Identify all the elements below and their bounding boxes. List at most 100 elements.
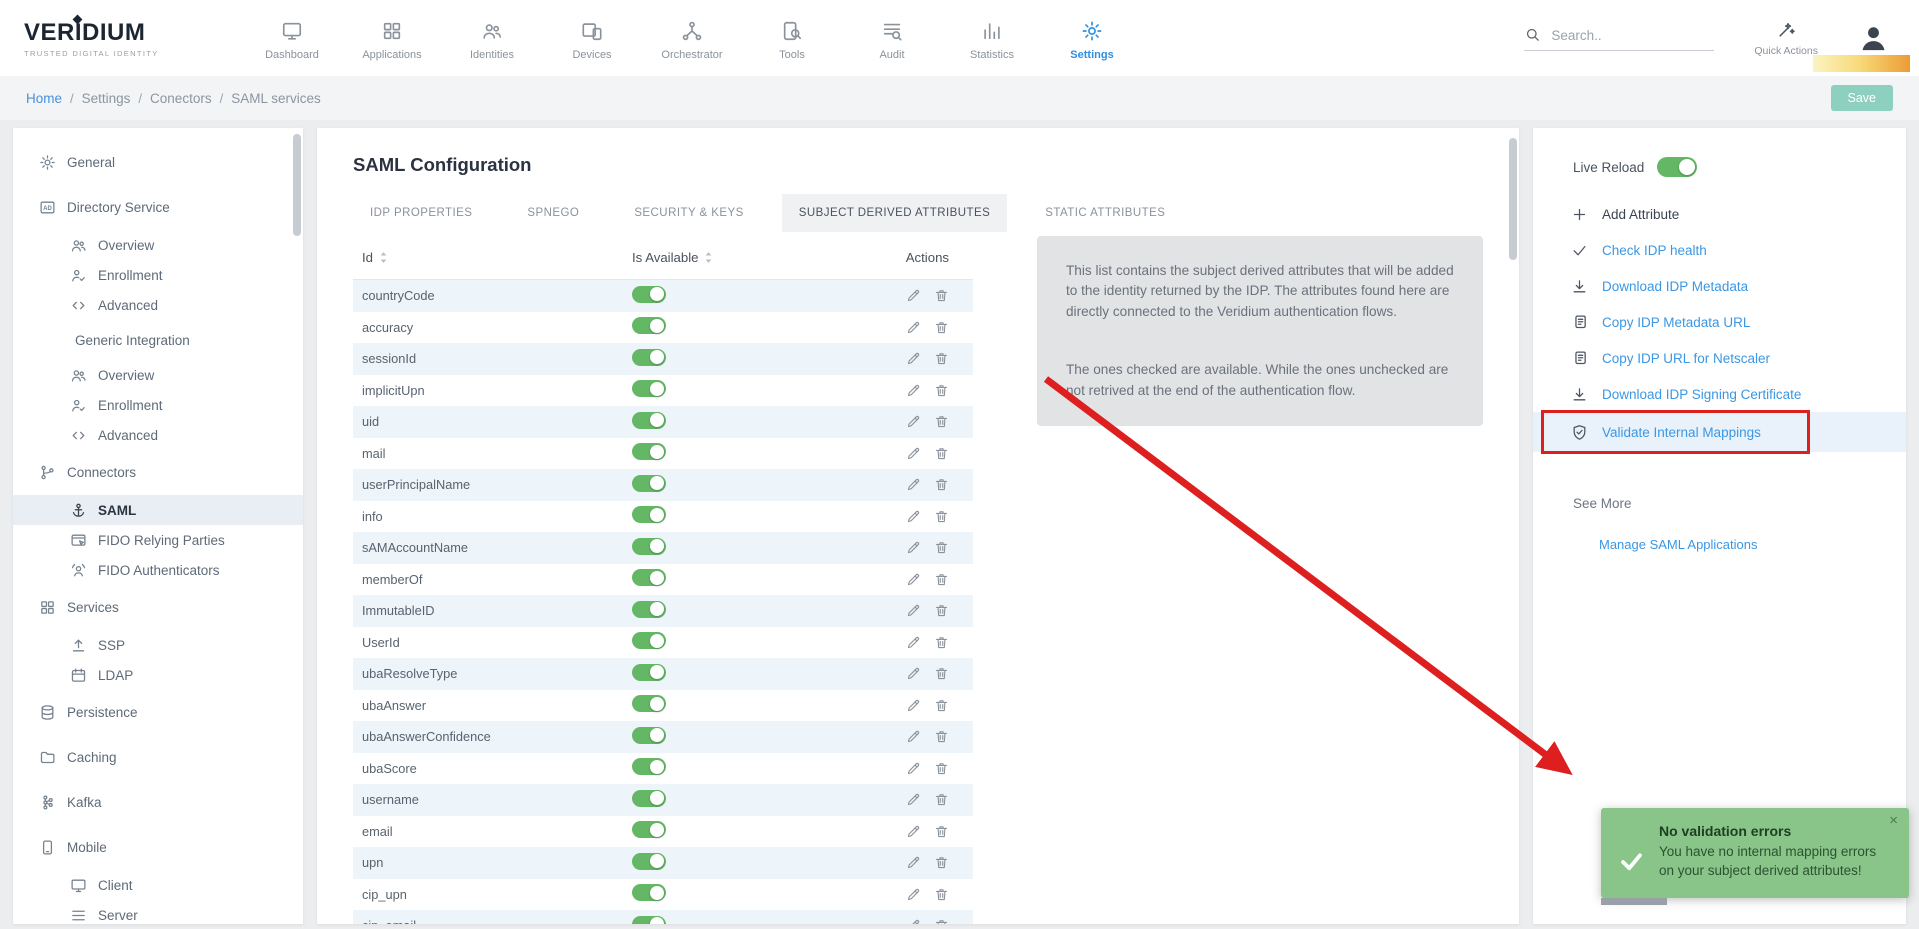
is-available-toggle[interactable] (632, 538, 666, 555)
edit-icon[interactable] (906, 666, 921, 681)
sidebar-item-overview[interactable]: Overview (13, 360, 303, 390)
is-available-toggle[interactable] (632, 884, 666, 901)
edit-icon[interactable] (906, 572, 921, 587)
is-available-toggle[interactable] (632, 475, 666, 492)
trash-icon[interactable] (934, 855, 949, 870)
is-available-toggle[interactable] (632, 695, 666, 712)
edit-icon[interactable] (906, 446, 921, 461)
trash-icon[interactable] (934, 509, 949, 524)
action-download-idp-signing-certificate[interactable]: Download IDP Signing Certificate (1533, 376, 1906, 412)
live-reload-toggle[interactable] (1657, 157, 1697, 177)
action-copy-idp-url-for-netscaler[interactable]: Copy IDP URL for Netscaler (1533, 340, 1906, 376)
edit-icon[interactable] (906, 918, 921, 924)
sidebar-item-ldap[interactable]: LDAP (13, 660, 303, 690)
trash-icon[interactable] (934, 477, 949, 492)
trash-icon[interactable] (934, 540, 949, 555)
edit-icon[interactable] (906, 792, 921, 807)
trash-icon[interactable] (934, 824, 949, 839)
action-add-attribute[interactable]: Add Attribute (1533, 196, 1906, 232)
nav-item-dashboard[interactable]: Dashboard (242, 16, 342, 61)
sidebar-item-connectors[interactable]: Connectors (13, 450, 303, 495)
sidebar-item-caching[interactable]: Caching (13, 735, 303, 780)
sidebar-item-advanced[interactable]: Advanced (13, 420, 303, 450)
is-available-toggle[interactable] (632, 601, 666, 618)
is-available-toggle[interactable] (632, 821, 666, 838)
trash-icon[interactable] (934, 729, 949, 744)
breadcrumb-item-conectors[interactable]: Conectors (150, 91, 212, 106)
sidebar-item-advanced[interactable]: Advanced (13, 290, 303, 320)
edit-icon[interactable] (906, 414, 921, 429)
edit-icon[interactable] (906, 603, 921, 618)
trash-icon[interactable] (934, 288, 949, 303)
sidebar-item-general[interactable]: General (13, 140, 303, 185)
sidebar-item-saml[interactable]: SAML (13, 495, 303, 525)
sidebar-item-fido-relying-parties[interactable]: FIDO Relying Parties (13, 525, 303, 555)
nav-item-applications[interactable]: Applications (342, 16, 442, 61)
trash-icon[interactable] (934, 792, 949, 807)
edit-icon[interactable] (906, 320, 921, 335)
trash-icon[interactable] (934, 351, 949, 366)
nav-item-settings[interactable]: Settings (1042, 16, 1142, 61)
sidebar-item-mobile[interactable]: Mobile (13, 825, 303, 870)
sidebar-item-directory-service[interactable]: ADDirectory Service (13, 185, 303, 230)
is-available-toggle[interactable] (632, 506, 666, 523)
veridium-logo[interactable]: VERIDIUM TRUSTED DIGITAL IDENTITY (24, 19, 202, 58)
sidebar-item-fido-authenticators[interactable]: FIDO Authenticators (13, 555, 303, 585)
trash-icon[interactable] (934, 383, 949, 398)
is-available-toggle[interactable] (632, 916, 666, 924)
edit-icon[interactable] (906, 509, 921, 524)
edit-icon[interactable] (906, 477, 921, 492)
nav-item-orchestrator[interactable]: Orchestrator (642, 16, 742, 61)
trash-icon[interactable] (934, 446, 949, 461)
user-avatar-icon[interactable] (1858, 23, 1889, 54)
is-available-toggle[interactable] (632, 412, 666, 429)
action-download-idp-metadata[interactable]: Download IDP Metadata (1533, 268, 1906, 304)
edit-icon[interactable] (906, 824, 921, 839)
nav-item-devices[interactable]: Devices (542, 16, 642, 61)
sort-icon[interactable] (379, 251, 388, 264)
is-available-toggle[interactable] (632, 853, 666, 870)
trash-icon[interactable] (934, 761, 949, 776)
action-validate-internal-mappings[interactable]: Validate Internal Mappings (1533, 412, 1906, 452)
trash-icon[interactable] (934, 572, 949, 587)
is-available-toggle[interactable] (632, 569, 666, 586)
column-header-is-available[interactable]: Is Available (632, 250, 822, 265)
is-available-toggle[interactable] (632, 790, 666, 807)
sidebar-item-enrollment[interactable]: Enrollment (13, 260, 303, 290)
trash-icon[interactable] (934, 887, 949, 902)
action-copy-idp-metadata-url[interactable]: Copy IDP Metadata URL (1533, 304, 1906, 340)
nav-item-identities[interactable]: Identities (442, 16, 542, 61)
sidebar-scrollbar[interactable] (293, 134, 301, 236)
edit-icon[interactable] (906, 288, 921, 303)
edit-icon[interactable] (906, 887, 921, 902)
search-input[interactable] (1551, 28, 1714, 43)
is-available-toggle[interactable] (632, 317, 666, 334)
sidebar-item-generic-integration[interactable]: Generic Integration (13, 320, 303, 360)
sidebar-item-persistence[interactable]: Persistence (13, 690, 303, 735)
sidebar-item-server[interactable]: Server (13, 900, 303, 924)
sidebar-item-client[interactable]: Client (13, 870, 303, 900)
nav-item-audit[interactable]: Audit (842, 16, 942, 61)
sort-icon[interactable] (704, 251, 713, 264)
tab-subject-derived-attributes[interactable]: SUBJECT DERIVED ATTRIBUTES (782, 194, 1007, 232)
trash-icon[interactable] (934, 414, 949, 429)
tab-static-attributes[interactable]: STATIC ATTRIBUTES (1028, 194, 1182, 232)
edit-icon[interactable] (906, 635, 921, 650)
nav-item-statistics[interactable]: Statistics (942, 16, 1042, 61)
edit-icon[interactable] (906, 540, 921, 555)
is-available-toggle[interactable] (632, 758, 666, 775)
trash-icon[interactable] (934, 918, 949, 924)
toast-close-button[interactable]: × (1889, 812, 1898, 829)
breadcrumb-item-home[interactable]: Home (26, 91, 62, 106)
is-available-toggle[interactable] (632, 286, 666, 303)
column-header-id[interactable]: Id (362, 250, 632, 265)
is-available-toggle[interactable] (632, 727, 666, 744)
edit-icon[interactable] (906, 383, 921, 398)
edit-icon[interactable] (906, 698, 921, 713)
is-available-toggle[interactable] (632, 380, 666, 397)
edit-icon[interactable] (906, 855, 921, 870)
trash-icon[interactable] (934, 603, 949, 618)
tab-security-keys[interactable]: SECURITY & KEYS (617, 194, 760, 232)
is-available-toggle[interactable] (632, 349, 666, 366)
sidebar-item-kafka[interactable]: Kafka (13, 780, 303, 825)
